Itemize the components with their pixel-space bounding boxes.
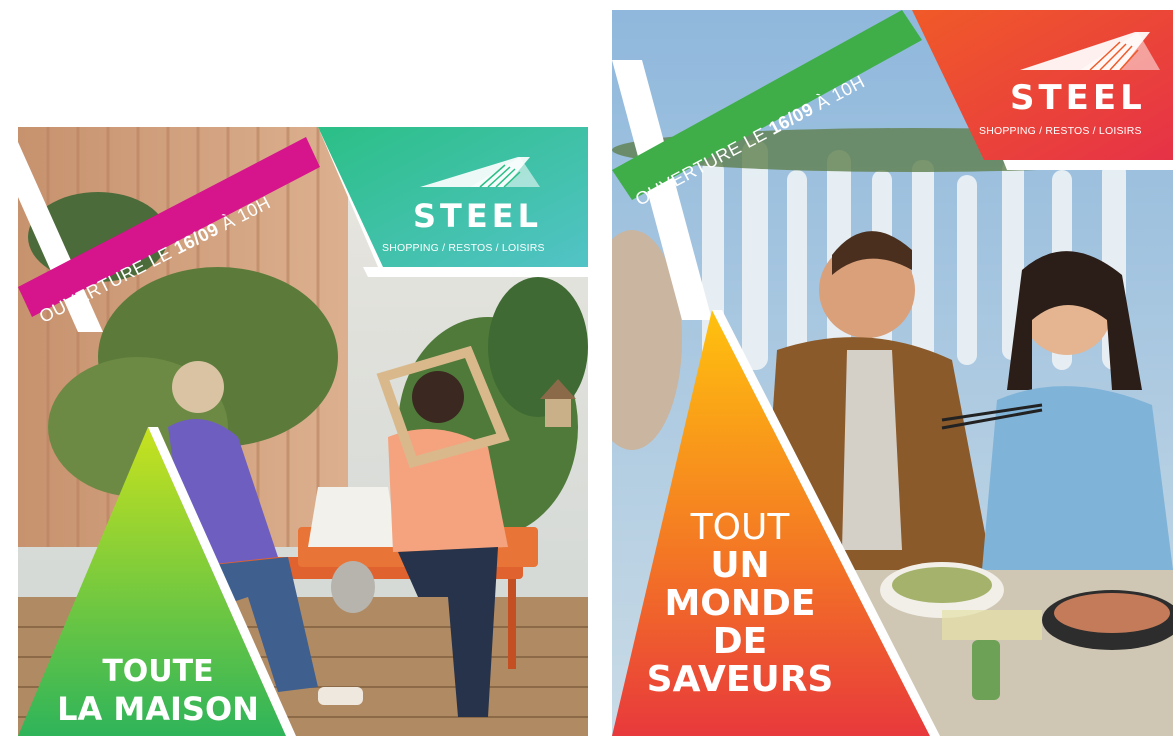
brand-name: STEEL	[1010, 78, 1146, 118]
headline-line-3: MONDE	[664, 583, 816, 624]
headline-line-2: UN	[710, 545, 770, 586]
poster-home: OUVERTURE LE 16/09 À 10H STEEL SHOPPING …	[18, 127, 588, 736]
brand-name: STEEL	[413, 197, 542, 235]
headline-line-4: DE	[712, 621, 768, 662]
headline-line-1: TOUTE	[102, 654, 214, 689]
brand-tagline: SHOPPING / RESTOS / LOISIRS	[382, 242, 545, 254]
headline-line-1: TOUT	[690, 507, 790, 548]
poster-food: OUVERTURE LE 16/09 À 10H STEEL SHOPPING …	[612, 10, 1173, 736]
brand-tagline: SHOPPING / RESTOS / LOISIRS	[979, 125, 1142, 137]
headline-line-5: SAVEURS	[646, 659, 834, 700]
headline-line-2: LA MAISON	[57, 690, 259, 728]
